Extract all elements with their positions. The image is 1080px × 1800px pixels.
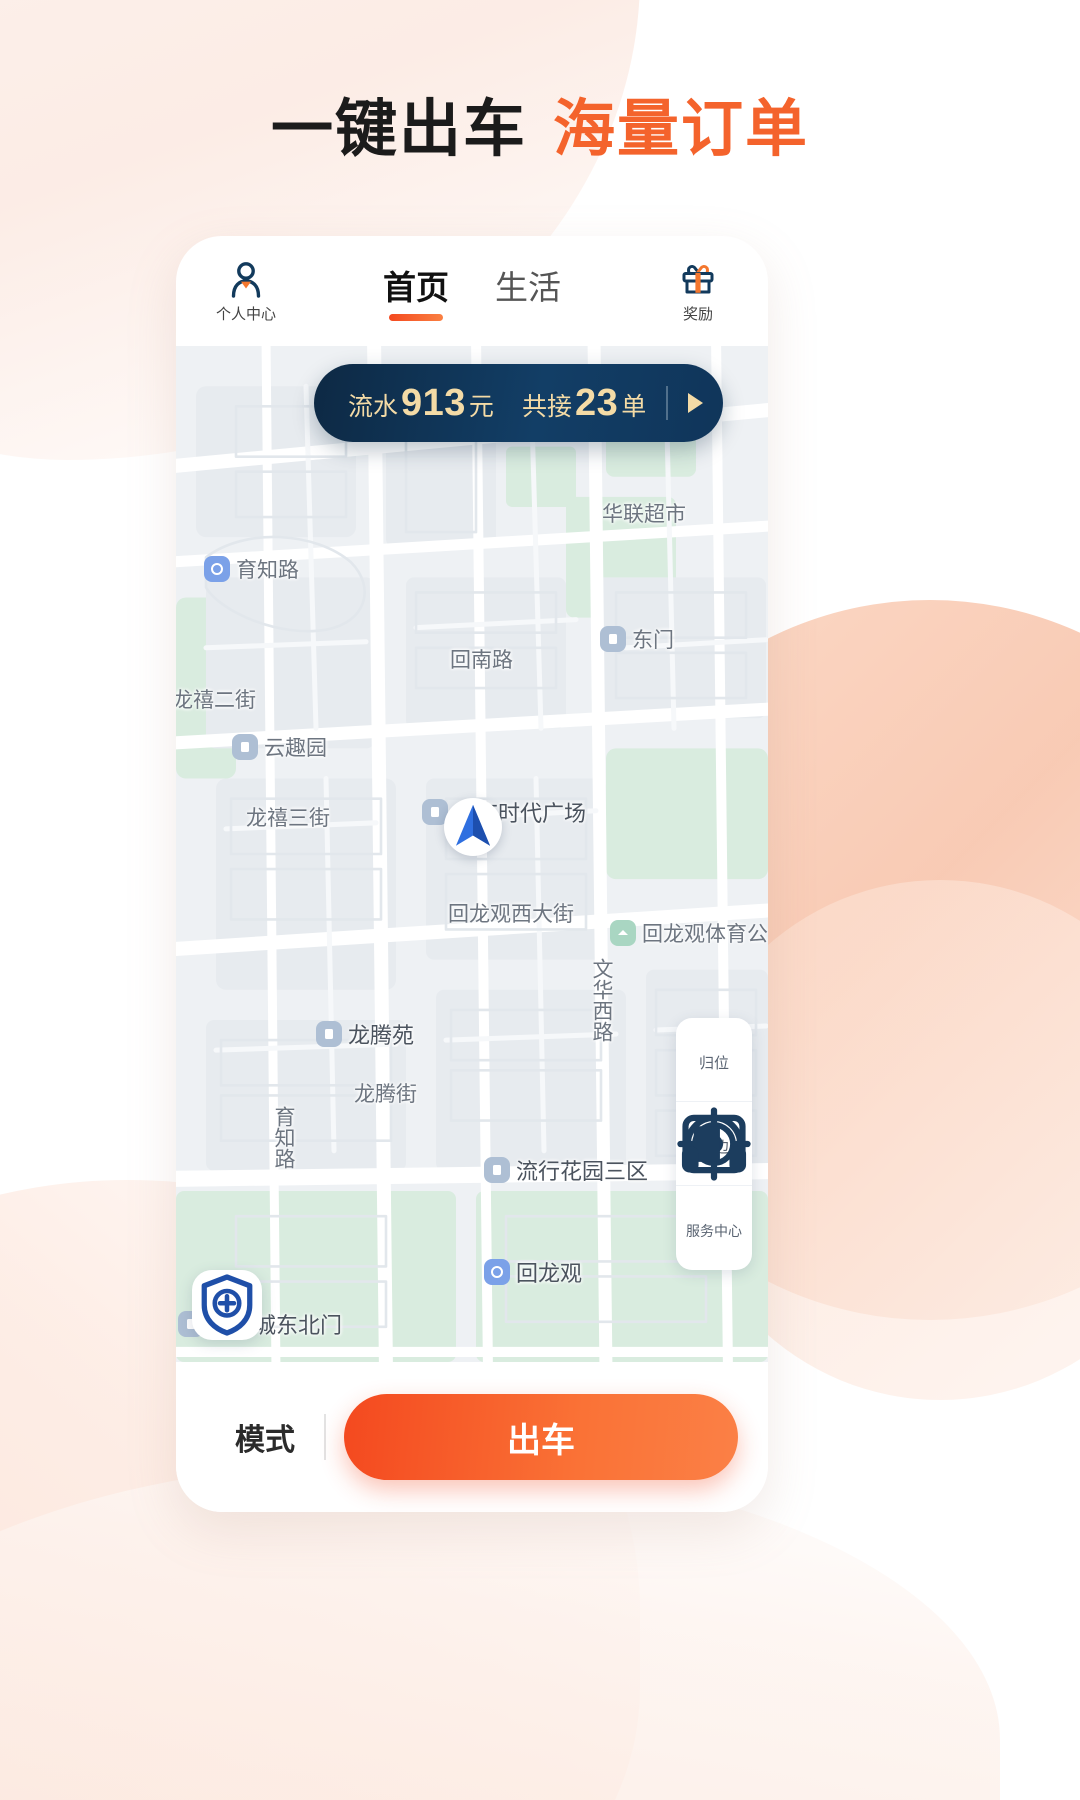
phone-mockup: 个人中心 首页 生活 奖励 华联超市 育知路 东门 回南路 龙禧二街 云趣园 龙… [176,236,768,1512]
map-label-text: 回龙观 [516,1261,583,1286]
map-label: 龙腾街 [354,1078,417,1108]
revenue-unit: 元 [468,392,494,421]
revenue-stat: 流水 913 元 [348,382,494,425]
revenue-prefix: 流水 [348,392,399,421]
tab-home[interactable]: 首页 [383,261,449,321]
my-location-marker [444,798,502,856]
orders-prefix: 共接 [521,392,572,421]
map-label-text: 回南路 [450,649,513,672]
app-top-bar: 个人中心 首页 生活 奖励 [176,236,768,346]
earnings-banner[interactable]: 流水 913 元 共接 23 单 [314,364,724,442]
map-label-text: 回龙观体育公 [642,923,768,946]
tab-life[interactable]: 生活 [495,261,561,321]
profile-entry[interactable]: 个人中心 [198,259,294,324]
map-label[interactable]: 回龙观 [484,1256,582,1288]
map-label-text: 华联超市 [602,503,686,526]
go-online-button[interactable]: 出车 [344,1394,738,1480]
map-label-text: 龙腾苑 [348,1023,415,1048]
revenue-value: 913 [401,381,466,424]
map-label-text: 育知路 [236,559,299,582]
map-view[interactable]: 华联超市 育知路 东门 回南路 龙禧二街 云趣园 龙禧三街 北店时代广场 回龙观… [176,346,768,1362]
map-label[interactable]: 云趣园 [232,732,327,762]
orders-value: 23 [574,381,619,424]
service-center-button[interactable]: 服务中心 [676,1114,752,1270]
map-label[interactable]: 流行花园三区 [484,1154,648,1186]
map-label-text: 流行花园三区 [516,1159,649,1184]
poi-marker-icon [232,734,258,760]
map-label: 回龙观西大街 [448,898,574,928]
headline-part-2: 海量订单 [553,95,810,164]
page-headline: 一键出车 海量订单 [0,78,1080,168]
poi-marker-icon [484,1259,510,1285]
map-label-text: 龙腾街 [354,1083,417,1106]
map-label-text: 东门 [632,629,674,652]
poi-marker-icon [204,556,230,582]
mode-button[interactable]: 模式 [206,1415,324,1459]
play-arrow-icon[interactable] [688,393,704,413]
reward-entry[interactable]: 奖励 [650,259,746,324]
poi-marker-icon [316,1021,342,1047]
map-tool-stack: 归位 周边 服务中心 [676,1018,752,1270]
bottom-bar-divider [324,1414,326,1460]
map-label: 龙禧二街 [176,684,256,714]
tab-home-label: 首页 [383,269,449,306]
orders-unit: 单 [621,392,647,421]
map-label-text: 育知路 [272,1106,295,1169]
banner-divider [666,386,669,420]
profile-label: 个人中心 [215,305,276,323]
map-label-text: 龙禧三街 [246,807,330,830]
bottom-action-bar: 模式 出车 [176,1362,768,1512]
safety-button[interactable] [192,1270,262,1340]
map-label-text: 文华西路 [590,958,613,1042]
map-label[interactable]: 龙腾苑 [316,1018,414,1050]
map-label-text: 回龙观西大街 [448,903,574,926]
map-label: 回南路 [450,644,513,674]
map-label-text: 云趣园 [264,737,327,760]
poi-park-icon [610,920,636,946]
gift-icon [678,259,718,299]
map-label: 华联超市 [602,498,686,528]
map-label[interactable]: 育知路 [204,554,299,584]
poi-marker-icon [484,1157,510,1183]
top-tabs: 首页 生活 [294,261,650,321]
poi-marker-icon [600,626,626,652]
orders-stat: 共接 23 单 [522,382,646,425]
map-label[interactable]: 东门 [600,624,674,654]
map-label: 育知路 [268,1106,298,1169]
map-label: 龙禧三街 [246,802,330,832]
map-label: 文华西路 [586,958,616,1042]
map-label-text: 龙禧二街 [176,689,256,712]
mode-label: 模式 [235,1424,295,1457]
headline-part-1: 一键出车 [270,95,527,164]
tab-life-label: 生活 [495,269,561,306]
person-icon [226,259,266,299]
reward-label: 奖励 [682,305,713,323]
map-label[interactable]: 回龙观体育公 [610,918,768,948]
